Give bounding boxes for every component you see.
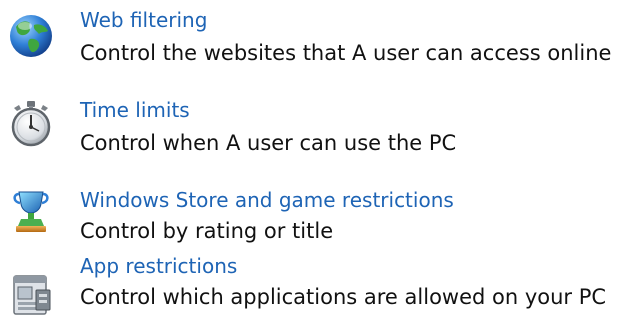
setting-item-store-game-restrictions[interactable]: Windows Store and game restrictions Cont… [0,180,640,252]
time-limits-description: Control when A user can use the PC [80,131,457,155]
globe-icon [6,11,56,61]
setting-item-time-limits[interactable]: Time limits Control when A user can use … [0,94,640,166]
store-game-restrictions-link[interactable]: Windows Store and game restrictions [80,188,454,212]
app-window-icon [6,270,56,320]
setting-item-web-filtering[interactable]: Web filtering Control the websites that … [0,0,640,72]
web-filtering-link[interactable]: Web filtering [80,8,207,32]
web-filtering-description: Control the websites that A user can acc… [80,41,612,65]
parental-controls-settings-list: Web filtering Control the websites that … [0,0,640,331]
stopwatch-icon [6,98,56,148]
store-game-restrictions-description: Control by rating or title [80,219,334,243]
time-limits-link[interactable]: Time limits [80,98,190,122]
trophy-icon [6,186,56,236]
app-restrictions-link[interactable]: App restrictions [80,254,237,278]
app-restrictions-description: Control which applications are allowed o… [80,285,607,309]
setting-item-app-restrictions[interactable]: App restrictions Control which applicati… [0,254,640,328]
